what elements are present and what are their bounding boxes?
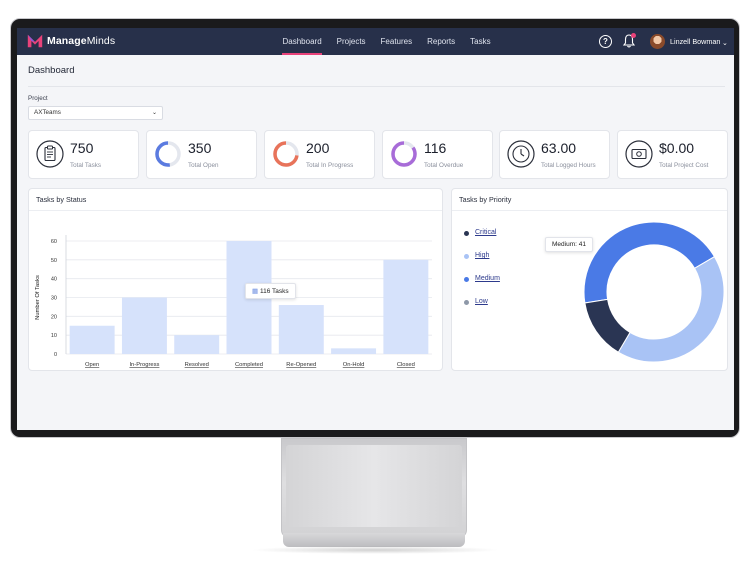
brand-name: ManageMinds — [47, 35, 116, 47]
stat-value: 116 — [424, 140, 447, 156]
main-nav: Dashboard Projects Features Reports Tasks — [275, 28, 498, 55]
bar-open[interactable] — [69, 325, 115, 354]
priority-chart-panel: Tasks by Priority Critical High Medium Low … — [451, 188, 728, 371]
y-tick-label: 40 — [51, 277, 57, 283]
cash-icon — [625, 140, 653, 168]
x-tick-label: Resolved — [185, 362, 209, 368]
app-screen: ManageMinds Dashboard Projects Features Rep… — [17, 28, 734, 430]
stat-label: Total Logged Hours — [541, 162, 596, 169]
help-icon[interactable]: ? — [599, 35, 612, 48]
ring-progress-icon — [391, 141, 417, 167]
y-tick-label: 0 — [54, 352, 57, 358]
project-select[interactable]: AXTeams ⌄ — [28, 106, 163, 120]
stat-value: 750 — [70, 140, 94, 156]
priority-donut-chart — [583, 221, 725, 363]
stat-value: 63.00 — [541, 140, 577, 156]
y-tick-label: 30 — [51, 296, 57, 302]
y-tick-label: 10 — [51, 333, 57, 339]
chevron-down-icon: ⌄ — [151, 110, 157, 116]
status-chart-title: Tasks by Status — [36, 195, 87, 204]
chevron-down-icon[interactable]: ⌄ — [722, 39, 728, 47]
avatar[interactable] — [650, 34, 665, 49]
priority-chart-title: Tasks by Priority — [459, 195, 512, 204]
y-tick-label: 50 — [51, 258, 57, 264]
notification-badge — [631, 33, 636, 38]
nav-item-projects[interactable]: Projects — [329, 28, 373, 55]
stat-label: Total In Progress — [306, 162, 354, 169]
stat-card[interactable]: 750 Total Tasks — [28, 130, 139, 179]
x-tick-label: On-Hold — [343, 362, 365, 368]
status-bar-chart: 0 10 20 30 40 50 60 Number Of Tasks Open In-Progr… — [35, 235, 432, 368]
clipboard-icon — [36, 140, 64, 168]
nav-item-dashboard[interactable]: Dashboard — [275, 28, 329, 55]
ring-progress-icon — [155, 141, 181, 167]
stat-label: Total Overdue — [424, 162, 464, 169]
y-tick-label: 20 — [51, 314, 57, 320]
bar-on-hold[interactable] — [331, 348, 377, 354]
divider — [28, 86, 725, 87]
stat-value: 350 — [188, 140, 212, 156]
stat-card[interactable]: 63.00 Total Logged Hours — [499, 130, 610, 179]
chart-tooltip: ▦ 116 Tasks — [245, 283, 296, 299]
stat-label: Total Tasks — [70, 162, 102, 169]
project-label: Project — [28, 95, 48, 102]
nav-item-features[interactable]: Features — [373, 28, 420, 55]
monitor-stand — [281, 438, 467, 538]
top-navbar: ManageMinds Dashboard Projects Features Rep… — [17, 28, 734, 55]
x-tick-label: Re-Opened — [286, 362, 316, 368]
ring-progress-icon — [273, 141, 299, 167]
y-axis-label: Number Of Tasks — [35, 275, 41, 320]
y-tick-label: 60 — [51, 239, 57, 245]
stat-value: $0.00 — [659, 140, 695, 156]
chart-tooltip: Medium: 41 — [545, 237, 593, 252]
bar-closed[interactable] — [383, 259, 429, 354]
stat-card[interactable]: $0.00 Total Project Cost — [617, 130, 728, 179]
bar-resolved[interactable] — [174, 335, 220, 354]
bar-in-progress[interactable] — [121, 297, 167, 355]
stat-label: Total Open — [188, 162, 219, 169]
page-title: Dashboard — [28, 65, 75, 76]
user-name[interactable]: Linzell Bowman — [670, 28, 720, 55]
nav-item-tasks[interactable]: Tasks — [463, 28, 498, 55]
clock-icon — [507, 140, 535, 168]
x-tick-label: Completed — [235, 362, 263, 368]
x-tick-label: In-Progress — [129, 362, 159, 368]
project-select-value: AXTeams — [34, 109, 61, 116]
status-chart-panel: Tasks by Status 0 10 20 30 40 50 60 Number Of T… — [28, 188, 443, 371]
logo-icon — [27, 34, 43, 48]
clipboard-icon: ▦ — [252, 288, 259, 295]
x-tick-label: Closed — [397, 362, 415, 368]
monitor-foot — [283, 533, 465, 547]
nav-item-reports[interactable]: Reports — [420, 28, 463, 55]
x-tick-label: Open — [85, 362, 99, 368]
slice-critical[interactable] — [584, 298, 631, 353]
stat-card[interactable]: 350 Total Open — [146, 130, 257, 179]
bar-re-opened[interactable] — [278, 305, 324, 354]
stat-value: 200 — [306, 140, 330, 156]
stat-label: Total Project Cost — [659, 162, 709, 169]
stat-card[interactable]: 116 Total Overdue — [382, 130, 493, 179]
stat-card[interactable]: 200 Total In Progress — [264, 130, 375, 179]
brand-logo[interactable]: ManageMinds — [26, 32, 115, 50]
stand-shadow — [250, 546, 500, 554]
slice-medium[interactable] — [583, 221, 716, 304]
slice-high[interactable] — [617, 256, 725, 363]
